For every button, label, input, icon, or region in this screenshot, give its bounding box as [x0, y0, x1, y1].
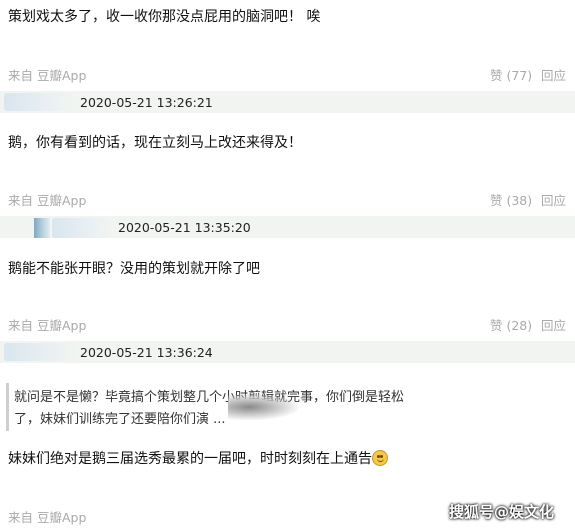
- blurred-avatar: [34, 218, 50, 238]
- comment-4-text-content: 妹妹们绝对是鹅三届选秀最累的一届吧，时时刻刻在上通告: [8, 451, 372, 467]
- comment-1-like-button[interactable]: 赞 (77): [490, 65, 532, 84]
- smile-emoji-icon: [372, 450, 388, 466]
- sohu-watermark: 搜狐号@娱文化: [449, 503, 555, 521]
- comment-3-timestamp: 2020-05-21 13:35:20: [118, 220, 251, 235]
- comment-1-source: 来自 豆瓣App: [8, 68, 87, 83]
- comment-4-timestamp: 2020-05-21 13:36:24: [80, 345, 213, 360]
- comment-2-timestamp: 2020-05-21 13:26:21: [80, 95, 213, 110]
- comment-1-text: 策划戏太多了，收一收你那没点屁用的脑洞吧！ 唉: [8, 9, 321, 25]
- comment-3-like-button[interactable]: 赞 (28): [490, 315, 532, 334]
- comment-2-like-button[interactable]: 赞 (38): [490, 190, 532, 209]
- blurred-avatar: [4, 343, 76, 361]
- quote-line-2: 了，妹妹们训练完了还要陪你们演 ...: [14, 412, 226, 427]
- blurred-image: [228, 394, 298, 420]
- comment-2-source: 来自 豆瓣App: [8, 193, 87, 208]
- comment-2-reply-button[interactable]: 回应: [541, 190, 566, 209]
- comment-3-text: 鹅能不能张开眼？没用的策划就开除了吧: [8, 261, 260, 277]
- comment-2-text: 鹅，你有看到的话，现在立刻马上改还来得及！: [8, 135, 302, 151]
- comment-4-source: 来自 豆瓣App: [8, 510, 87, 525]
- blurred-avatar: [4, 93, 74, 111]
- comment-3-reply-button[interactable]: 回应: [541, 315, 566, 334]
- quote-line-1: 就问是不是懒？毕竟搞个策划整几个小时剪辑就完事，你们倒是轻松: [14, 390, 405, 405]
- comment-4-text: 妹妹们绝对是鹅三届选秀最累的一届吧，时时刻刻在上通告: [8, 448, 388, 468]
- blurred-username: [52, 218, 112, 238]
- comment-3-source: 来自 豆瓣App: [8, 318, 87, 333]
- comment-1-reply-button[interactable]: 回应: [541, 65, 566, 84]
